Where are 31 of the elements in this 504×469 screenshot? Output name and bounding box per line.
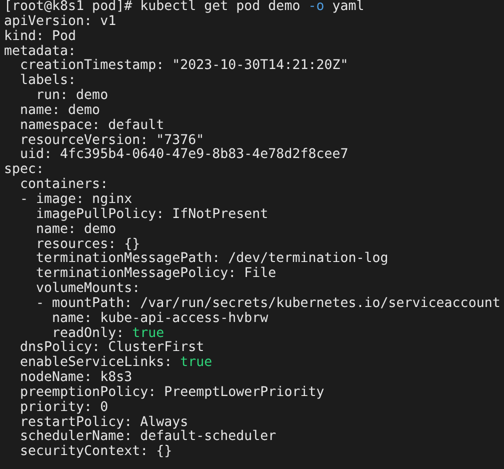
terminal-line: restartPolicy: Always bbox=[19, 416, 188, 430]
terminal-line: labels: bbox=[19, 74, 76, 90]
terminal-line: namespace: default bbox=[19, 118, 166, 134]
terminal-line: kind: Pod bbox=[4, 30, 78, 44]
terminal-line: resourceVersion: "7376" bbox=[19, 134, 204, 148]
terminal-line: imagePullPolicy: IfNotPresent bbox=[35, 208, 270, 222]
terminal-line: containers: bbox=[19, 178, 110, 192]
terminal-line: dnsPolicy: ClusterFirst bbox=[19, 341, 206, 356]
terminal-line: enableServiceLinks: true bbox=[19, 356, 214, 370]
terminal-line: readOnly: true bbox=[52, 326, 164, 341]
terminal-line: spec: bbox=[4, 163, 46, 178]
terminal-line: name: kube-api-access-hvbrw bbox=[51, 312, 270, 326]
terminal-line: resources: {} bbox=[35, 238, 142, 252]
terminal-line: terminationMessagePath: /dev/termination-log bbox=[35, 252, 390, 266]
terminal-line: uid: 4fc395b4-0640-47e9-8b83-4e78d2f8cee7 bbox=[19, 148, 350, 164]
terminal-line: schedulerName: default-scheduler bbox=[19, 430, 278, 444]
terminal-line: apiVersion: v1 bbox=[4, 14, 118, 30]
terminal-line: - image: nginx bbox=[19, 192, 134, 208]
terminal-line: priority: 0 bbox=[19, 400, 110, 416]
terminal-line: terminationMessagePolicy: File bbox=[35, 267, 278, 282]
terminal-line: run: demo bbox=[35, 89, 110, 104]
terminal-line: - mountPath: /var/run/secrets/kubernetes.io/serviceaccount bbox=[35, 296, 502, 312]
terminal-line: name: demo bbox=[19, 104, 102, 119]
terminal-line: name: demo bbox=[35, 222, 118, 238]
terminal-line: securityContext: {} bbox=[19, 445, 174, 460]
terminal-line: nodeName: k8s3 bbox=[19, 371, 134, 386]
terminal-line: volumeMounts: bbox=[35, 282, 142, 296]
terminal-line: creationTimestamp: "2023-10-30T14:21:20Z" bbox=[19, 59, 350, 74]
terminal-line: [root@k8s1 pod]# kubectl get pod demo -o yaml bbox=[4, 0, 366, 14]
terminal-line: metadata: bbox=[4, 44, 76, 59]
terminal-line: preemptionPolicy: PreemptLowerPriority bbox=[19, 386, 326, 400]
